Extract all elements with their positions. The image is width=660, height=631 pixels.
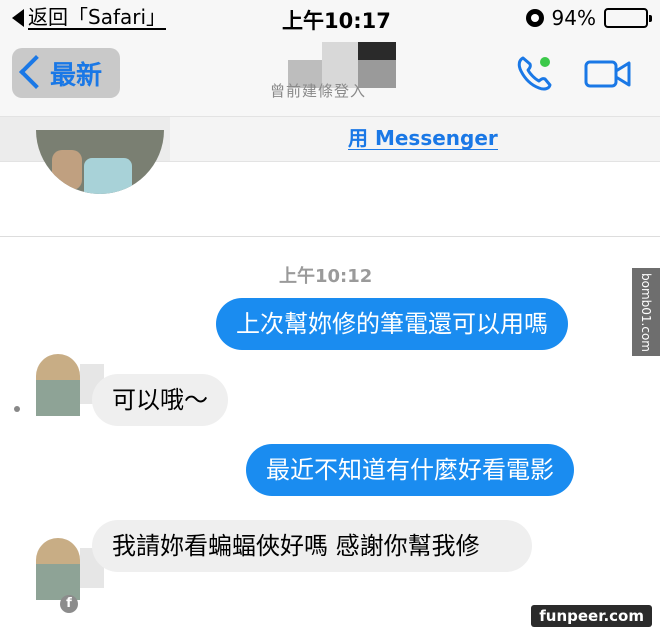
- avatar-dot: [14, 406, 20, 412]
- side-watermark: bomb01.com: [632, 268, 660, 356]
- message-bubble-outgoing: 上次幫妳修的筆電還可以用嗎: [216, 298, 568, 350]
- avatar: [36, 538, 104, 600]
- site-watermark: funpeer.com: [531, 605, 652, 627]
- battery-percent: 94%: [551, 6, 596, 30]
- battery-icon: [604, 8, 652, 28]
- avatar: [36, 354, 104, 416]
- return-to-safari[interactable]: 返回「Safari」: [12, 5, 167, 30]
- phone-icon[interactable]: [514, 54, 554, 94]
- profile-photo: [36, 130, 164, 194]
- divider: [0, 236, 660, 237]
- video-icon[interactable]: [584, 54, 632, 94]
- facebook-icon: f: [60, 595, 78, 613]
- back-button[interactable]: 最新: [12, 48, 120, 98]
- message-bubble-incoming: 可以哦～: [92, 374, 228, 426]
- back-button-label: 最新: [50, 60, 103, 91]
- message-bubble-incoming: 我請妳看蝙蝠俠好嗎 感謝你幫我修: [92, 520, 532, 572]
- message-bubble-outgoing: 最近不知道有什麼好看電影: [246, 444, 574, 496]
- status-time: 上午10:17: [282, 9, 391, 33]
- back-triangle-icon: [12, 9, 24, 27]
- use-messenger-link[interactable]: 用 Messenger: [348, 127, 498, 150]
- alarm-icon: [525, 9, 544, 27]
- status-bar: 返回「Safari」 上午10:17 94%: [0, 0, 660, 36]
- contact-subtitle: 曾前建條登入: [270, 82, 367, 100]
- return-to-safari-label: 返回「Safari」: [28, 5, 167, 30]
- status-indicators: 94%: [525, 6, 652, 30]
- message-timestamp: 上午10:12: [279, 266, 373, 287]
- nav-bar: 最新 曾前建條登入: [0, 36, 660, 116]
